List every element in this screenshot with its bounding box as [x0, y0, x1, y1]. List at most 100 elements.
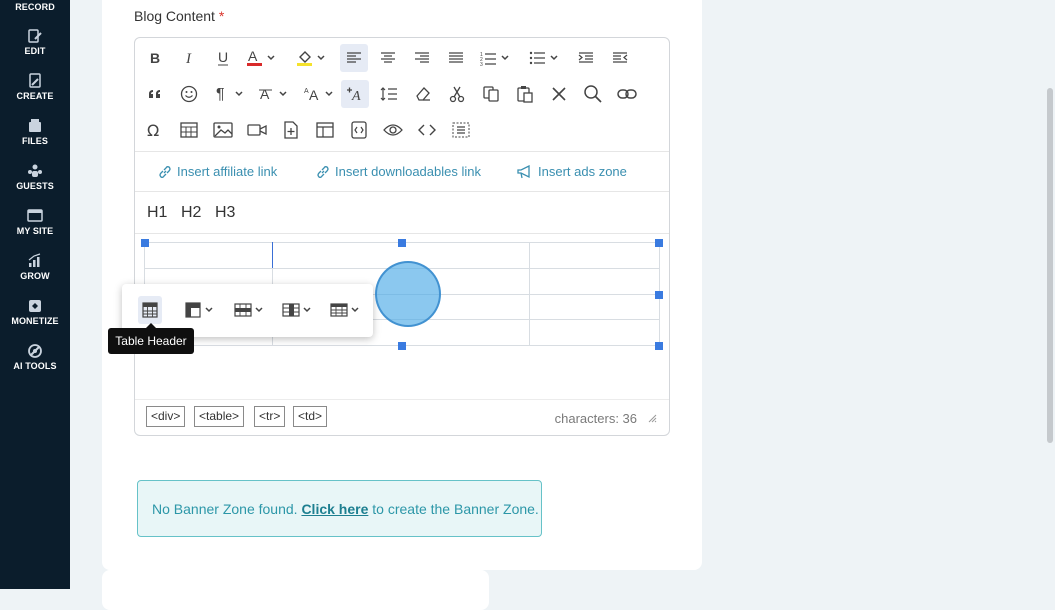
rich-text-editor: B I U A 123 ¶ A A A A Ω Insert affiliate… — [134, 37, 670, 436]
table-header-button[interactable] — [138, 296, 162, 324]
character-count: characters: 36 — [554, 411, 637, 426]
create-banner-zone-link[interactable]: Click here — [301, 501, 368, 517]
path-tag-tr[interactable]: <tr> — [254, 406, 286, 427]
omega-icon: Ω — [147, 121, 159, 139]
insert-image-button[interactable] — [209, 116, 237, 144]
outdent-icon — [613, 52, 628, 63]
resize-grip-icon[interactable] — [648, 414, 657, 423]
secondary-card — [102, 570, 489, 610]
path-tag-div[interactable]: <div> — [146, 406, 186, 427]
paste-button[interactable] — [511, 80, 539, 108]
bold-button[interactable]: B — [141, 44, 169, 72]
insert-code-block-button[interactable] — [345, 116, 373, 144]
resize-handle-top-left[interactable] — [141, 239, 149, 247]
table-remove-button[interactable] — [185, 296, 217, 324]
nav-files[interactable]: FILES — [0, 118, 70, 146]
cut-button[interactable] — [443, 80, 471, 108]
table-cell[interactable] — [529, 242, 660, 269]
source-code-button[interactable] — [413, 116, 441, 144]
select-all-button[interactable] — [447, 116, 475, 144]
insert-file-button[interactable] — [277, 116, 305, 144]
nav-monetize[interactable]: MONETIZE — [0, 298, 70, 326]
image-icon — [213, 122, 233, 138]
outdent-button[interactable] — [606, 44, 634, 72]
font-size-button[interactable]: AA — [301, 80, 341, 108]
heading-1-button[interactable]: H1 — [147, 204, 167, 222]
nav-my-site[interactable]: MY SITE — [0, 208, 70, 236]
path-tag-table[interactable]: <table> — [194, 406, 245, 427]
editor-status-bar: <div> <table> <tr> <td> characters: 36 — [135, 399, 669, 435]
font-family-icon: A — [259, 86, 287, 102]
resize-handle-bottom[interactable] — [398, 342, 406, 350]
monetize-icon — [29, 300, 41, 312]
table-header-icon — [142, 302, 158, 318]
nav-create[interactable]: CREATE — [0, 73, 70, 101]
align-left-button[interactable] — [340, 44, 368, 72]
indent-button[interactable] — [572, 44, 600, 72]
resize-handle-right[interactable] — [655, 291, 663, 299]
file-add-icon — [284, 121, 298, 139]
emoji-button[interactable] — [175, 80, 203, 108]
page-scrollbar[interactable] — [1047, 88, 1053, 443]
insert-link-button[interactable] — [613, 80, 641, 108]
edit-icon — [28, 29, 42, 43]
insert-template-button[interactable] — [311, 116, 339, 144]
table-style-button[interactable] — [330, 296, 362, 324]
nav-grow[interactable]: GROW — [0, 253, 70, 281]
files-icon — [29, 119, 41, 132]
svg-text:A: A — [304, 88, 309, 95]
svg-text:A: A — [260, 86, 270, 102]
ai-tools-icon — [28, 344, 42, 358]
link-icon — [617, 89, 637, 99]
insert-affiliate-link[interactable]: Insert affiliate link — [158, 164, 277, 179]
special-char-button[interactable]: Ω — [141, 116, 169, 144]
nav-edit[interactable]: EDIT — [0, 28, 70, 56]
font-color-button[interactable]: A — [243, 44, 283, 72]
inline-style-button[interactable]: A — [341, 80, 369, 108]
link-icon — [159, 165, 171, 178]
nav-ai-tools[interactable]: AI TOOLS — [0, 343, 70, 371]
line-height-button[interactable] — [375, 80, 403, 108]
underline-icon: U — [218, 50, 228, 66]
heading-3-button[interactable]: H3 — [215, 204, 235, 222]
svg-text:A: A — [351, 89, 361, 103]
font-family-button[interactable]: A — [255, 80, 295, 108]
nav-guests[interactable]: GUESTS — [0, 163, 70, 191]
insert-table-button[interactable] — [175, 116, 203, 144]
nav-monetize-label: MONETIZE — [11, 316, 59, 326]
nav-record[interactable]: RECORD — [0, 2, 70, 12]
table-rows-button[interactable] — [234, 296, 266, 324]
remove-format-button[interactable] — [545, 80, 573, 108]
heading-2-button[interactable]: H2 — [181, 204, 201, 222]
bullet-list-button[interactable] — [527, 44, 565, 72]
table-cell[interactable] — [529, 293, 660, 321]
svg-text:¶: ¶ — [216, 86, 225, 103]
resize-handle-top[interactable] — [398, 239, 406, 247]
table-cell[interactable] — [529, 319, 660, 346]
underline-button[interactable]: U — [209, 44, 237, 72]
preview-button[interactable] — [379, 116, 407, 144]
align-center-button[interactable] — [374, 44, 402, 72]
clear-format-button[interactable] — [409, 80, 437, 108]
find-button[interactable] — [579, 80, 607, 108]
align-right-button[interactable] — [408, 44, 436, 72]
ordered-list-button[interactable]: 123 — [478, 44, 516, 72]
insert-downloadables-link[interactable]: Insert downloadables link — [316, 164, 481, 179]
resize-handle-bottom-right[interactable] — [655, 342, 663, 350]
template-icon — [316, 122, 334, 138]
highlight-color-button[interactable] — [293, 44, 333, 72]
align-justify-button[interactable] — [442, 44, 470, 72]
italic-button[interactable]: I — [175, 44, 203, 72]
copy-button[interactable] — [477, 80, 505, 108]
path-tag-td[interactable]: <td> — [293, 406, 328, 427]
paragraph-format-button[interactable]: ¶ — [211, 80, 251, 108]
paint-bucket-icon — [297, 51, 325, 66]
eye-icon — [383, 124, 403, 136]
insert-video-button[interactable] — [243, 116, 271, 144]
blockquote-button[interactable] — [141, 80, 169, 108]
insert-ads-zone[interactable]: Insert ads zone — [517, 164, 627, 179]
table-columns-button[interactable] — [282, 296, 314, 324]
resize-handle-top-right[interactable] — [655, 239, 663, 247]
table-cell[interactable] — [144, 242, 273, 269]
table-cell[interactable] — [529, 267, 660, 295]
